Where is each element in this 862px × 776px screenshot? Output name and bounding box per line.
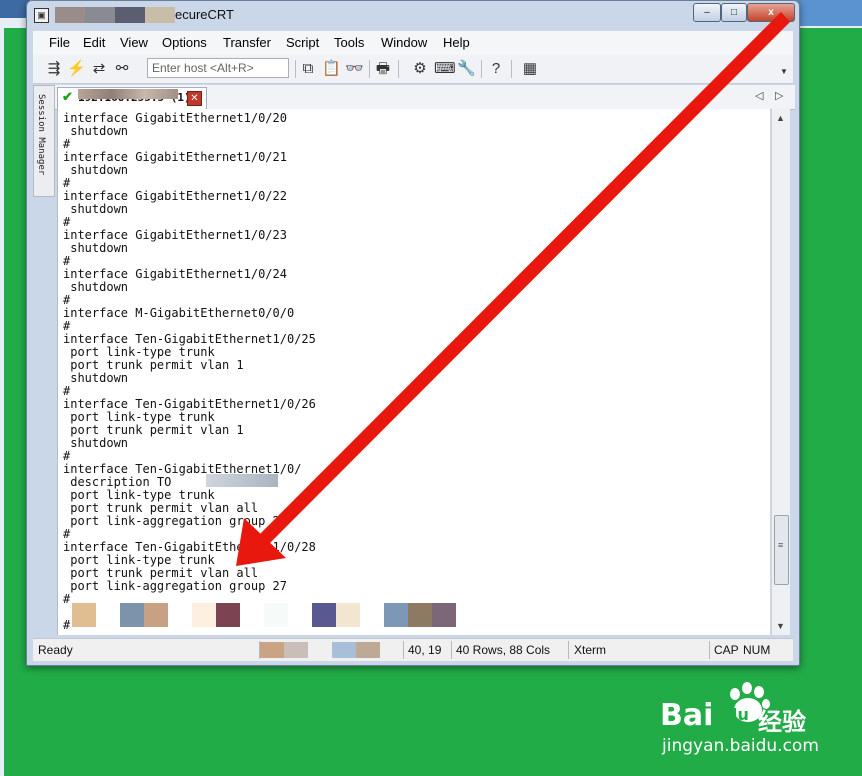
watermark-brand: Bai bbox=[660, 698, 714, 733]
red-arrow-annotation bbox=[236, 12, 790, 566]
watermark-cn: 经验 bbox=[758, 708, 806, 736]
arrow-shaft bbox=[256, 12, 790, 548]
watermark-brand-du: du bbox=[726, 705, 749, 724]
watermark-url: jingyan.baidu.com bbox=[662, 736, 819, 756]
